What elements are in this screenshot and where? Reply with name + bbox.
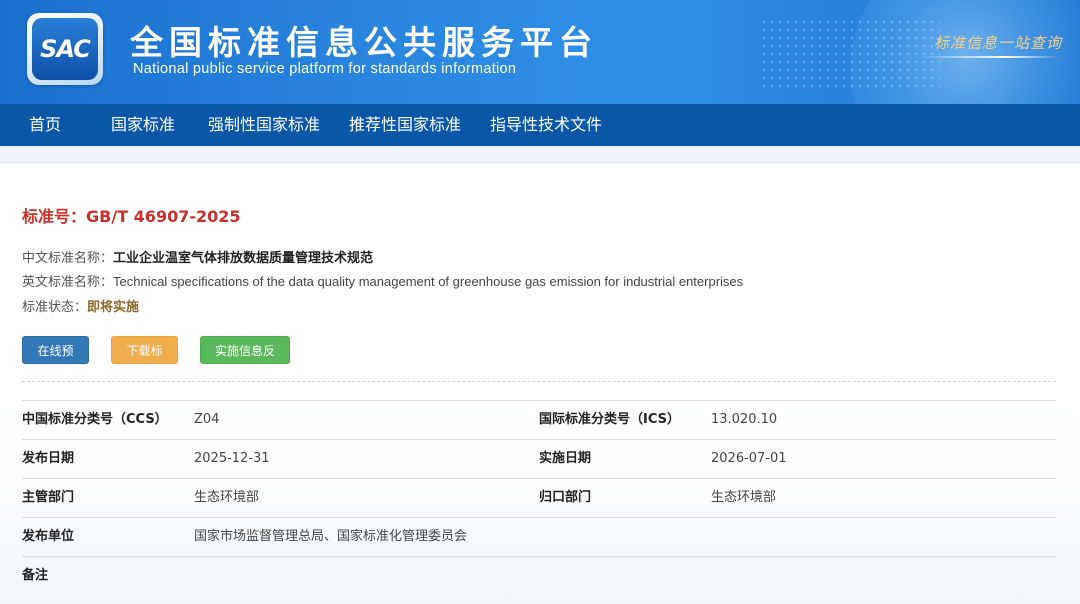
nav-item-guidance-documents[interactable]: 指导性技术文件 xyxy=(490,104,602,146)
field-value: 生态环境部 xyxy=(711,490,777,505)
main-nav: 首页 国家标准 强制性国家标准 推荐性国家标准 指导性技术文件 xyxy=(0,104,1080,146)
status-label: 标准状态： xyxy=(22,300,88,315)
dot-pattern-decoration xyxy=(760,18,940,88)
table-row: 主管部门 生态环境部 归口部门 生态环境部 xyxy=(22,478,1056,517)
field-value: 2026-07-01 xyxy=(711,451,787,466)
field-label: 国际标准分类号（ICS） xyxy=(539,412,680,427)
site-slogan: 标准信息一站查询 xyxy=(933,34,1062,52)
standard-detail-panel: 标准号：GB/T 46907-2025 中文标准名称：工业企业温室气体排放数据质… xyxy=(0,162,1080,604)
en-name-label: 英文标准名称： xyxy=(22,275,114,290)
status-value: 即将实施 xyxy=(87,300,140,315)
field-value: 国家市场监督管理总局、国家标准化管理委员会 xyxy=(194,529,468,544)
nav-item-recommended-standards[interactable]: 推荐性国家标准 xyxy=(349,104,461,146)
field-value: Z04 xyxy=(194,412,220,427)
online-preview-button[interactable]: 在线预览 xyxy=(22,336,89,386)
cn-name-line: 中文标准名称：工业企业温室气体排放数据质量管理技术规范 xyxy=(22,247,373,266)
standard-number-heading: 标准号：GB/T 46907-2025 xyxy=(22,203,241,227)
header-banner: SAC 全国标准信息公共服务平台 National public service… xyxy=(0,0,1080,104)
site-subtitle: National public service platform for sta… xyxy=(133,61,517,77)
cn-name-value: 工业企业温室气体排放数据质量管理技术规范 xyxy=(113,251,374,266)
standard-number-label: 标准号： xyxy=(22,207,87,226)
status-line: 标准状态：即将实施 xyxy=(22,296,139,315)
site-title: 全国标准信息公共服务平台 xyxy=(130,23,598,62)
implementation-feedback-button[interactable]: 实施信息反馈 xyxy=(200,336,290,386)
standard-details-table: 中国标准分类号（CCS） Z04 国际标准分类号（ICS） 13.020.10 … xyxy=(22,400,1056,595)
field-label: 中国标准分类号（CCS） xyxy=(22,412,168,427)
field-label: 发布日期 xyxy=(22,451,75,466)
field-value: 13.020.10 xyxy=(711,412,778,427)
en-name-line: 英文标准名称：Technical specifications of the d… xyxy=(22,271,743,290)
section-divider xyxy=(22,381,1056,382)
table-row: 发布日期 2025-12-31 实施日期 2026-07-01 xyxy=(22,439,1056,478)
field-label: 发布单位 xyxy=(22,529,75,544)
field-label: 归口部门 xyxy=(539,490,592,505)
field-label: 主管部门 xyxy=(22,490,75,505)
field-label: 备注 xyxy=(22,568,49,583)
nav-item-national-standards[interactable]: 国家标准 xyxy=(111,104,175,146)
sac-logo-text: SAC xyxy=(32,18,98,80)
table-row: 中国标准分类号（CCS） Z04 国际标准分类号（ICS） 13.020.10 xyxy=(22,400,1056,439)
sac-logo[interactable]: SAC xyxy=(27,13,103,85)
field-value: 生态环境部 xyxy=(194,490,260,505)
slogan-underline xyxy=(920,56,1060,58)
nav-item-home[interactable]: 首页 xyxy=(29,104,61,146)
download-standard-button[interactable]: 下载标准 xyxy=(111,336,178,386)
field-label: 实施日期 xyxy=(539,451,592,466)
field-value: 2025-12-31 xyxy=(194,451,270,466)
table-row: 备注 xyxy=(22,556,1056,595)
en-name-value: Technical specifications of the data qua… xyxy=(113,274,744,289)
cn-name-label: 中文标准名称： xyxy=(22,251,114,266)
standard-number: GB/T 46907-2025 xyxy=(86,207,241,226)
table-row: 发布单位 国家市场监督管理总局、国家标准化管理委员会 xyxy=(22,517,1056,556)
nav-item-mandatory-standards[interactable]: 强制性国家标准 xyxy=(208,104,320,146)
